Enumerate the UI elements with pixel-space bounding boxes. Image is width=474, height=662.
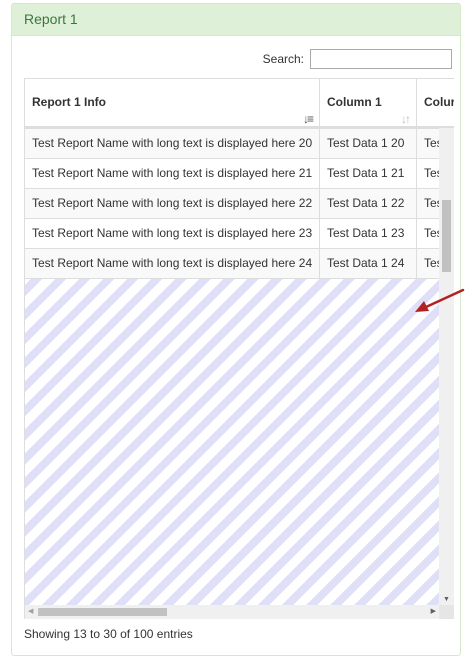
table-cell: Test Report Name with long text is displ…	[25, 219, 320, 248]
column-header-column-1[interactable]: Column 1 ↓↑	[320, 79, 417, 126]
table-cell: Test Data 1 24	[320, 249, 417, 278]
table-cell: Tes	[417, 249, 439, 278]
sort-both-icon: ↓↑	[401, 112, 411, 126]
table-cell: Tes	[417, 129, 439, 158]
table-cell: Test Report Name with long text is displ…	[25, 249, 320, 278]
column-header-label: Report 1 Info	[32, 95, 106, 109]
scroll-down-arrow-icon[interactable]: ▼	[443, 596, 450, 603]
column-header-column-2[interactable]: Colur	[417, 79, 454, 126]
column-header-label: Column 1	[327, 95, 382, 109]
table-row[interactable]: Test Report Name with long text is displ…	[25, 188, 439, 218]
sort-amount-down-icon: ↓≡	[302, 112, 314, 126]
column-header-label: Colur	[424, 95, 454, 109]
horizontal-scrollbar-thumb[interactable]	[38, 608, 167, 616]
scroll-left-arrow-icon[interactable]: ◀	[28, 607, 33, 615]
scroll-right-arrow-icon[interactable]: ▶	[431, 607, 436, 615]
search-label: Search:	[262, 52, 304, 66]
search-input[interactable]	[310, 49, 452, 69]
table-cell: Test Data 1 22	[320, 189, 417, 218]
table-cell: Test Data 1 20	[320, 129, 417, 158]
scrollbar-corner	[439, 605, 454, 619]
table-cell: Test Data 1 21	[320, 159, 417, 188]
table-row[interactable]: Test Report Name with long text is displ…	[25, 218, 439, 248]
horizontal-scrollbar[interactable]: ◀ ▶	[25, 605, 439, 619]
table-cell: Test Data 1 23	[320, 219, 417, 248]
table-cell: Test Report Name with long text is displ…	[25, 189, 320, 218]
table-cell: Tes	[417, 159, 439, 188]
table-cell: Test Report Name with long text is displ…	[25, 159, 320, 188]
panel-title: Report 1	[12, 4, 460, 36]
table-row[interactable]: Test Report Name with long text is displ…	[25, 248, 439, 279]
table-row[interactable]: Test Report Name with long text is displ…	[25, 158, 439, 188]
table-info: Showing 13 to 30 of 100 entries	[24, 627, 193, 641]
table-scroll-body[interactable]: Test Report Name with long text is displ…	[25, 128, 439, 605]
search-bar: Search:	[263, 48, 452, 70]
table-cell: Test Report Name with long text is displ…	[25, 129, 320, 158]
table-header: Report 1 Info ↓≡ Column 1 ↓↑ Colur	[25, 78, 454, 128]
table-rows: Test Report Name with long text is displ…	[25, 128, 439, 279]
table-cell: Tes	[417, 219, 439, 248]
data-table: Report 1 Info ↓≡ Column 1 ↓↑ Colur Test …	[24, 78, 454, 619]
vertical-scrollbar[interactable]: ▼	[439, 128, 454, 605]
vertical-scrollbar-thumb[interactable]	[442, 200, 451, 272]
table-row[interactable]: Test Report Name with long text is displ…	[25, 128, 439, 158]
report-panel: Report 1 Search: Report 1 Info ↓≡ Column…	[11, 3, 461, 656]
table-cell: Tes	[417, 189, 439, 218]
column-header-report-info[interactable]: Report 1 Info ↓≡	[25, 79, 320, 126]
